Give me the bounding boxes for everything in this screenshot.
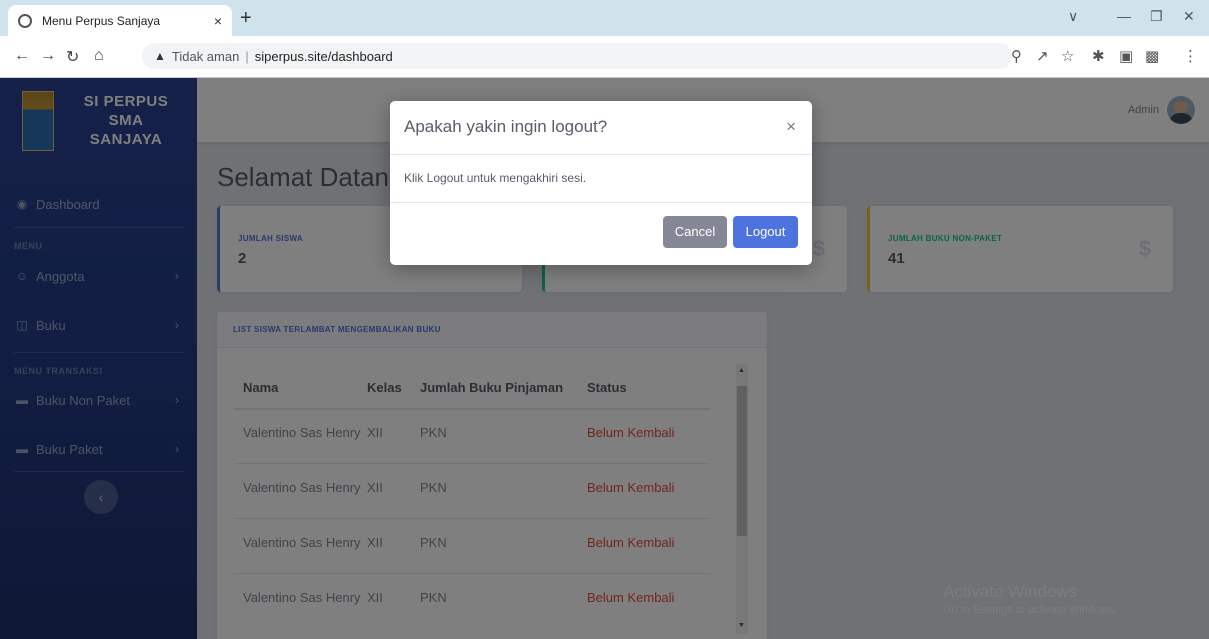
- tab-search-icon[interactable]: ∨: [1068, 8, 1078, 25]
- url-text: siperpus.site/dashboard: [254, 48, 393, 64]
- warning-icon: ▲: [154, 49, 166, 63]
- logout-button[interactable]: Logout: [733, 216, 798, 248]
- zoom-icon[interactable]: ⚲: [1011, 47, 1022, 65]
- close-icon[interactable]: ×: [786, 117, 796, 137]
- tab-title: Menu Perpus Sanjaya: [42, 13, 161, 28]
- window-close-icon[interactable]: ✕: [1183, 8, 1195, 25]
- address-bar-row: ← → ↻ ⌂ ▲ Tidak aman | siperpus.site/das…: [0, 36, 1209, 78]
- url-separator: |: [245, 48, 249, 64]
- modal-title: Apakah yakin ingin logout?: [404, 117, 608, 136]
- modal-footer-divider: [390, 202, 812, 203]
- side-panel-icon[interactable]: ▣: [1119, 47, 1133, 65]
- bookmark-star-icon[interactable]: ☆: [1061, 47, 1074, 65]
- tab-close-icon[interactable]: ×: [214, 13, 222, 29]
- back-icon[interactable]: ←: [14, 47, 30, 65]
- new-tab-button[interactable]: +: [240, 7, 252, 30]
- forward-icon[interactable]: →: [40, 47, 56, 65]
- browser-tab[interactable]: Menu Perpus Sanjaya ×: [8, 5, 232, 36]
- home-icon[interactable]: ⌂: [94, 47, 104, 65]
- browser-tab-bar: Menu Perpus Sanjaya × + ∨ — ❐ ✕: [0, 0, 1209, 36]
- url-input[interactable]: ▲ Tidak aman | siperpus.site/dashboard: [142, 43, 1012, 69]
- globe-icon: [18, 13, 32, 28]
- restore-icon[interactable]: ❐: [1150, 8, 1163, 25]
- reload-icon[interactable]: ↻: [66, 47, 79, 67]
- share-icon[interactable]: ↗: [1036, 47, 1049, 65]
- extensions-icon[interactable]: ✱: [1092, 47, 1105, 65]
- profile-icon[interactable]: ▩: [1145, 47, 1159, 65]
- minimize-icon[interactable]: —: [1117, 8, 1131, 24]
- app: SI PERPUS SMA SANJAYA ◉ Dashboard MENU ☺…: [0, 78, 1209, 639]
- cancel-button[interactable]: Cancel: [663, 216, 727, 248]
- modal-header-divider: [390, 154, 812, 155]
- browser-menu-icon[interactable]: ⋮: [1183, 47, 1198, 65]
- modal-body-text: Klik Logout untuk mengakhiri sesi.: [404, 171, 587, 185]
- logout-modal: Apakah yakin ingin logout? × Klik Logout…: [390, 101, 812, 265]
- security-status[interactable]: Tidak aman: [172, 49, 239, 64]
